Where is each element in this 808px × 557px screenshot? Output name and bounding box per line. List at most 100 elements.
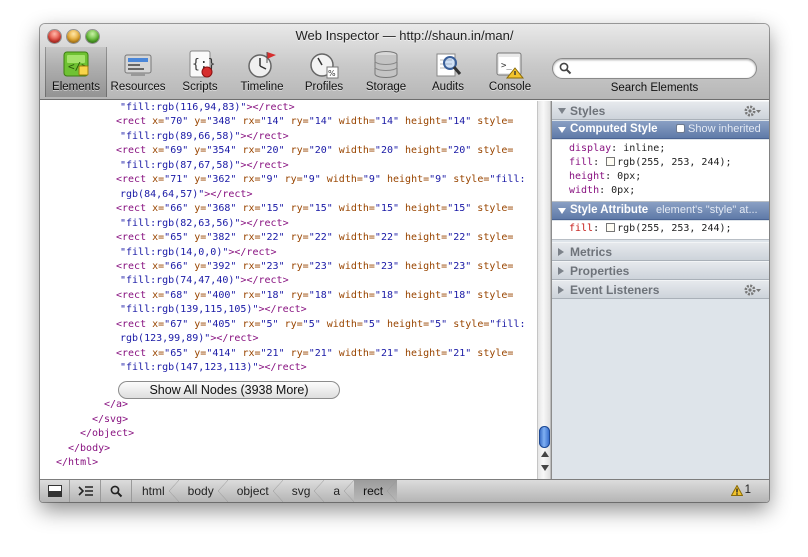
show-inherited-toggle[interactable]: Show inherited: [676, 121, 761, 138]
dom-closing-tag[interactable]: </svg>: [92, 413, 128, 427]
web-inspector-window: Web Inspector — http://shaun.in/man/ </>…: [40, 24, 769, 502]
dom-node-line[interactable]: "fill:rgb(87,67,58)"></rect>: [120, 159, 289, 173]
title-bar: Web Inspector — http://shaun.in/man/ </>…: [40, 24, 769, 100]
attribute-name: width=: [338, 145, 375, 157]
color-swatch[interactable]: [606, 223, 616, 232]
properties-title: Properties: [570, 264, 630, 278]
dom-node-line[interactable]: <rect x="68" y="400" rx="18" ry="18" wid…: [116, 289, 513, 303]
dom-node-line[interactable]: rgb(123,99,89)"></rect>: [120, 332, 258, 346]
style-attribute-source: element's "style" at...: [656, 204, 758, 216]
css-property[interactable]: height: 0px;: [552, 170, 769, 184]
breadcrumb-item-svg[interactable]: svg: [283, 480, 325, 502]
dom-node-line[interactable]: <rect x="67" y="405" rx="5" ry="5" width…: [116, 318, 525, 332]
dom-node-line[interactable]: "fill:rgb(82,63,56)"></rect>: [120, 217, 289, 231]
scroll-up-arrow-icon[interactable]: [541, 451, 549, 457]
dom-node-line[interactable]: "fill:rgb(139,115,105)"></rect>: [120, 303, 307, 317]
css-property-name: height: [569, 171, 606, 182]
dom-node-line[interactable]: "fill:rgb(147,123,113)"></rect>: [120, 361, 307, 375]
dom-closing-tag[interactable]: </object>: [80, 427, 134, 441]
css-property-value: 0px;: [617, 171, 642, 182]
gear-icon[interactable]: [744, 104, 762, 118]
attribute-name: rx=: [242, 347, 261, 359]
inspect-element-button[interactable]: [102, 480, 132, 502]
show-all-nodes-button[interactable]: Show All Nodes (3938 More): [118, 381, 340, 399]
dom-node-line[interactable]: "fill:rgb(116,94,83)"></rect>: [120, 101, 295, 115]
dom-closing-tag[interactable]: </body>: [68, 442, 110, 456]
tag-text: ></rect>: [204, 188, 253, 200]
scroll-down-arrow-icon[interactable]: [541, 465, 549, 471]
attribute-name: rx=: [242, 260, 261, 272]
tab-resources[interactable]: Resources: [107, 47, 169, 97]
attribute-value: "414": [206, 347, 243, 359]
dom-scrollbar[interactable]: [537, 101, 551, 479]
attribute-value: "5": [260, 318, 285, 330]
show-inherited-checkbox[interactable]: [676, 124, 685, 133]
dom-node-line[interactable]: rgb(84,64,57)"></rect>: [120, 188, 252, 202]
style-attribute-header[interactable]: Style Attribute element's "style" at...: [552, 202, 769, 220]
profiles-icon: %: [310, 53, 339, 79]
dom-tree[interactable]: Show All Nodes (3938 More) "fill:rgb(116…: [40, 101, 537, 479]
dom-node-line[interactable]: "fill:rgb(89,66,58)"></rect>: [120, 130, 289, 144]
dom-node-line[interactable]: "fill:rgb(74,47,40)"></rect>: [120, 274, 289, 288]
tab-timeline[interactable]: Timeline: [231, 47, 293, 97]
properties-section-header[interactable]: Properties: [552, 261, 769, 280]
search-field[interactable]: [552, 58, 757, 79]
css-property[interactable]: fill: rgb(255, 253, 244);: [552, 222, 769, 236]
attribute-name: height=: [405, 347, 448, 359]
tab-profiles[interactable]: % Profiles: [293, 47, 355, 97]
dom-node-line[interactable]: <rect x="70" y="348" rx="14" ry="14" wid…: [116, 115, 513, 129]
event-listeners-section-header[interactable]: Event Listeners: [552, 280, 769, 299]
tab-audits[interactable]: Audits: [417, 47, 479, 97]
attribute-name: style=: [477, 347, 514, 359]
dom-node-line[interactable]: <rect x="71" y="362" rx="9" ry="9" width…: [116, 173, 525, 187]
computed-style-header[interactable]: Computed Style Show inherited: [552, 121, 769, 139]
metrics-section-header[interactable]: Metrics: [552, 242, 769, 261]
breadcrumb-item-html[interactable]: html: [133, 480, 179, 502]
dock-button[interactable]: [40, 480, 70, 502]
breadcrumb-item-rect[interactable]: rect: [354, 480, 398, 502]
dom-node-line[interactable]: <rect x="69" y="354" rx="20" ry="20" wid…: [116, 144, 513, 158]
color-swatch[interactable]: [606, 157, 616, 166]
tab-scripts[interactable]: {;} Scripts: [169, 47, 231, 97]
tag-text: <rect: [116, 289, 153, 301]
attribute-name: style=: [453, 174, 490, 186]
dom-scrollbar-thumb[interactable]: [539, 426, 550, 448]
css-property[interactable]: display: inline;: [552, 142, 769, 156]
tab-storage[interactable]: Storage: [355, 47, 417, 97]
attribute-name: width=: [338, 347, 375, 359]
tag-text: <rect: [116, 232, 153, 244]
dom-closing-tag[interactable]: </html>: [56, 456, 98, 470]
dom-node-line[interactable]: <rect x="65" y="382" rx="22" ry="22" wid…: [116, 231, 513, 245]
attribute-value: "20": [308, 145, 339, 157]
tag-text: ></rect>: [240, 217, 289, 229]
attribute-value: "9": [362, 174, 387, 186]
search-input[interactable]: [575, 61, 751, 76]
css-property[interactable]: width: 0px;: [552, 184, 769, 198]
attribute-value: "69": [164, 145, 195, 157]
gear-icon[interactable]: [744, 283, 762, 297]
magnifier-icon: [110, 485, 123, 497]
window-title: Web Inspector — http://shaun.in/man/: [295, 28, 514, 43]
tab-console[interactable]: >_ Console: [479, 47, 541, 97]
tag-text: <rect: [116, 260, 153, 272]
tab-storage-label: Storage: [365, 81, 407, 93]
attribute-value: "18": [260, 289, 291, 301]
dom-node-line[interactable]: <rect x="65" y="414" rx="21" ry="21" wid…: [116, 347, 513, 361]
attribute-name: x=: [152, 318, 165, 330]
style-attribute-title: Style Attribute: [570, 204, 649, 216]
breadcrumb-item-a[interactable]: a: [324, 480, 354, 502]
dom-node-line[interactable]: "fill:rgb(14,0,0)"></rect>: [120, 246, 277, 260]
breadcrumb-item-object[interactable]: object: [228, 480, 283, 502]
dom-node-line[interactable]: <rect x="66" y="392" rx="23" ry="23" wid…: [116, 260, 513, 274]
breadcrumb-item-body[interactable]: body: [179, 480, 228, 502]
css-property[interactable]: fill: rgb(255, 253, 244);: [552, 156, 769, 170]
attribute-name: rx=: [242, 232, 261, 244]
warnings-indicator[interactable]: 1: [730, 484, 751, 496]
styles-section-header[interactable]: Styles: [552, 101, 769, 120]
console-toggle-button[interactable]: [71, 480, 101, 502]
tab-elements[interactable]: </> Elements: [45, 47, 107, 97]
dom-closing-tag[interactable]: </a>: [104, 398, 128, 412]
dom-node-line[interactable]: <rect x="66" y="368" rx="15" ry="15" wid…: [116, 202, 513, 216]
attribute-name: rx=: [242, 289, 261, 301]
css-property-value: rgb(255, 253, 244);: [617, 223, 732, 234]
